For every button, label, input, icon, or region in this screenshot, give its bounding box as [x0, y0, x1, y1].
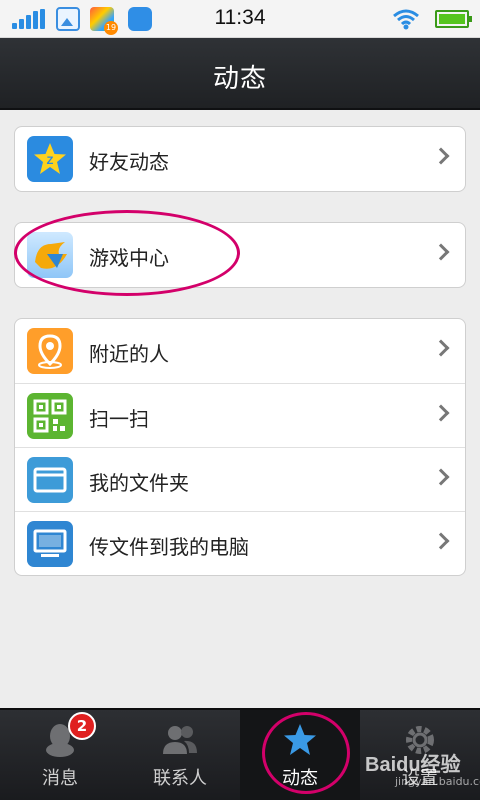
group-tools: 附近的人 扫一扫 我的文件夹 传文件到我的电脑: [14, 318, 466, 576]
menu-item-send-to-pc[interactable]: 传文件到我的电脑: [15, 511, 465, 575]
watermark-brand: Baidu经验: [365, 754, 461, 776]
menu-item-friend-feed[interactable]: Z 好友动态: [15, 127, 465, 191]
unread-badge: 2: [68, 712, 96, 740]
chevron-right-icon: [432, 243, 450, 261]
app-header: 动态: [0, 38, 480, 110]
folder-icon: [27, 457, 73, 503]
chevron-right-icon: [432, 147, 450, 165]
status-bar: 19 11:34: [0, 0, 480, 38]
group-friends: Z 好友动态: [14, 126, 466, 192]
menu-item-label: 扫一扫: [89, 407, 149, 431]
tab-contacts[interactable]: 联系人: [120, 710, 240, 800]
menu-item-label: 我的文件夹: [89, 471, 189, 495]
chevron-right-icon: [432, 339, 450, 357]
watermark-url: jingyan.baidu.com: [395, 775, 480, 788]
qzone-star-icon: Z: [27, 136, 73, 182]
menu-item-label: 好友动态: [89, 150, 169, 174]
chevron-right-icon: [432, 532, 450, 550]
tab-messages[interactable]: 2 消息: [0, 710, 120, 800]
menu-item-nearby-people[interactable]: 附近的人: [15, 319, 465, 383]
monitor-icon: [27, 521, 73, 567]
contacts-icon: [163, 726, 197, 754]
annotation-ellipse-feed-tab: [262, 712, 350, 794]
page-title: 动态: [212, 64, 267, 94]
chevron-right-icon: [432, 404, 450, 422]
svg-text:Z: Z: [47, 155, 54, 167]
menu-item-label: 附近的人: [89, 342, 169, 366]
battery-icon: [435, 10, 472, 28]
location-pin-icon: [27, 328, 73, 374]
menu-item-label: 传文件到我的电脑: [89, 535, 249, 559]
chevron-right-icon: [432, 468, 450, 486]
menu-item-scan[interactable]: 扫一扫: [15, 383, 465, 447]
tab-label: 联系人: [153, 768, 207, 789]
wifi-icon: [393, 9, 419, 30]
qr-code-icon: [27, 393, 73, 439]
tab-label: 消息: [42, 768, 78, 789]
menu-item-my-folder[interactable]: 我的文件夹: [15, 447, 465, 511]
annotation-ellipse-game-center: [14, 210, 240, 296]
